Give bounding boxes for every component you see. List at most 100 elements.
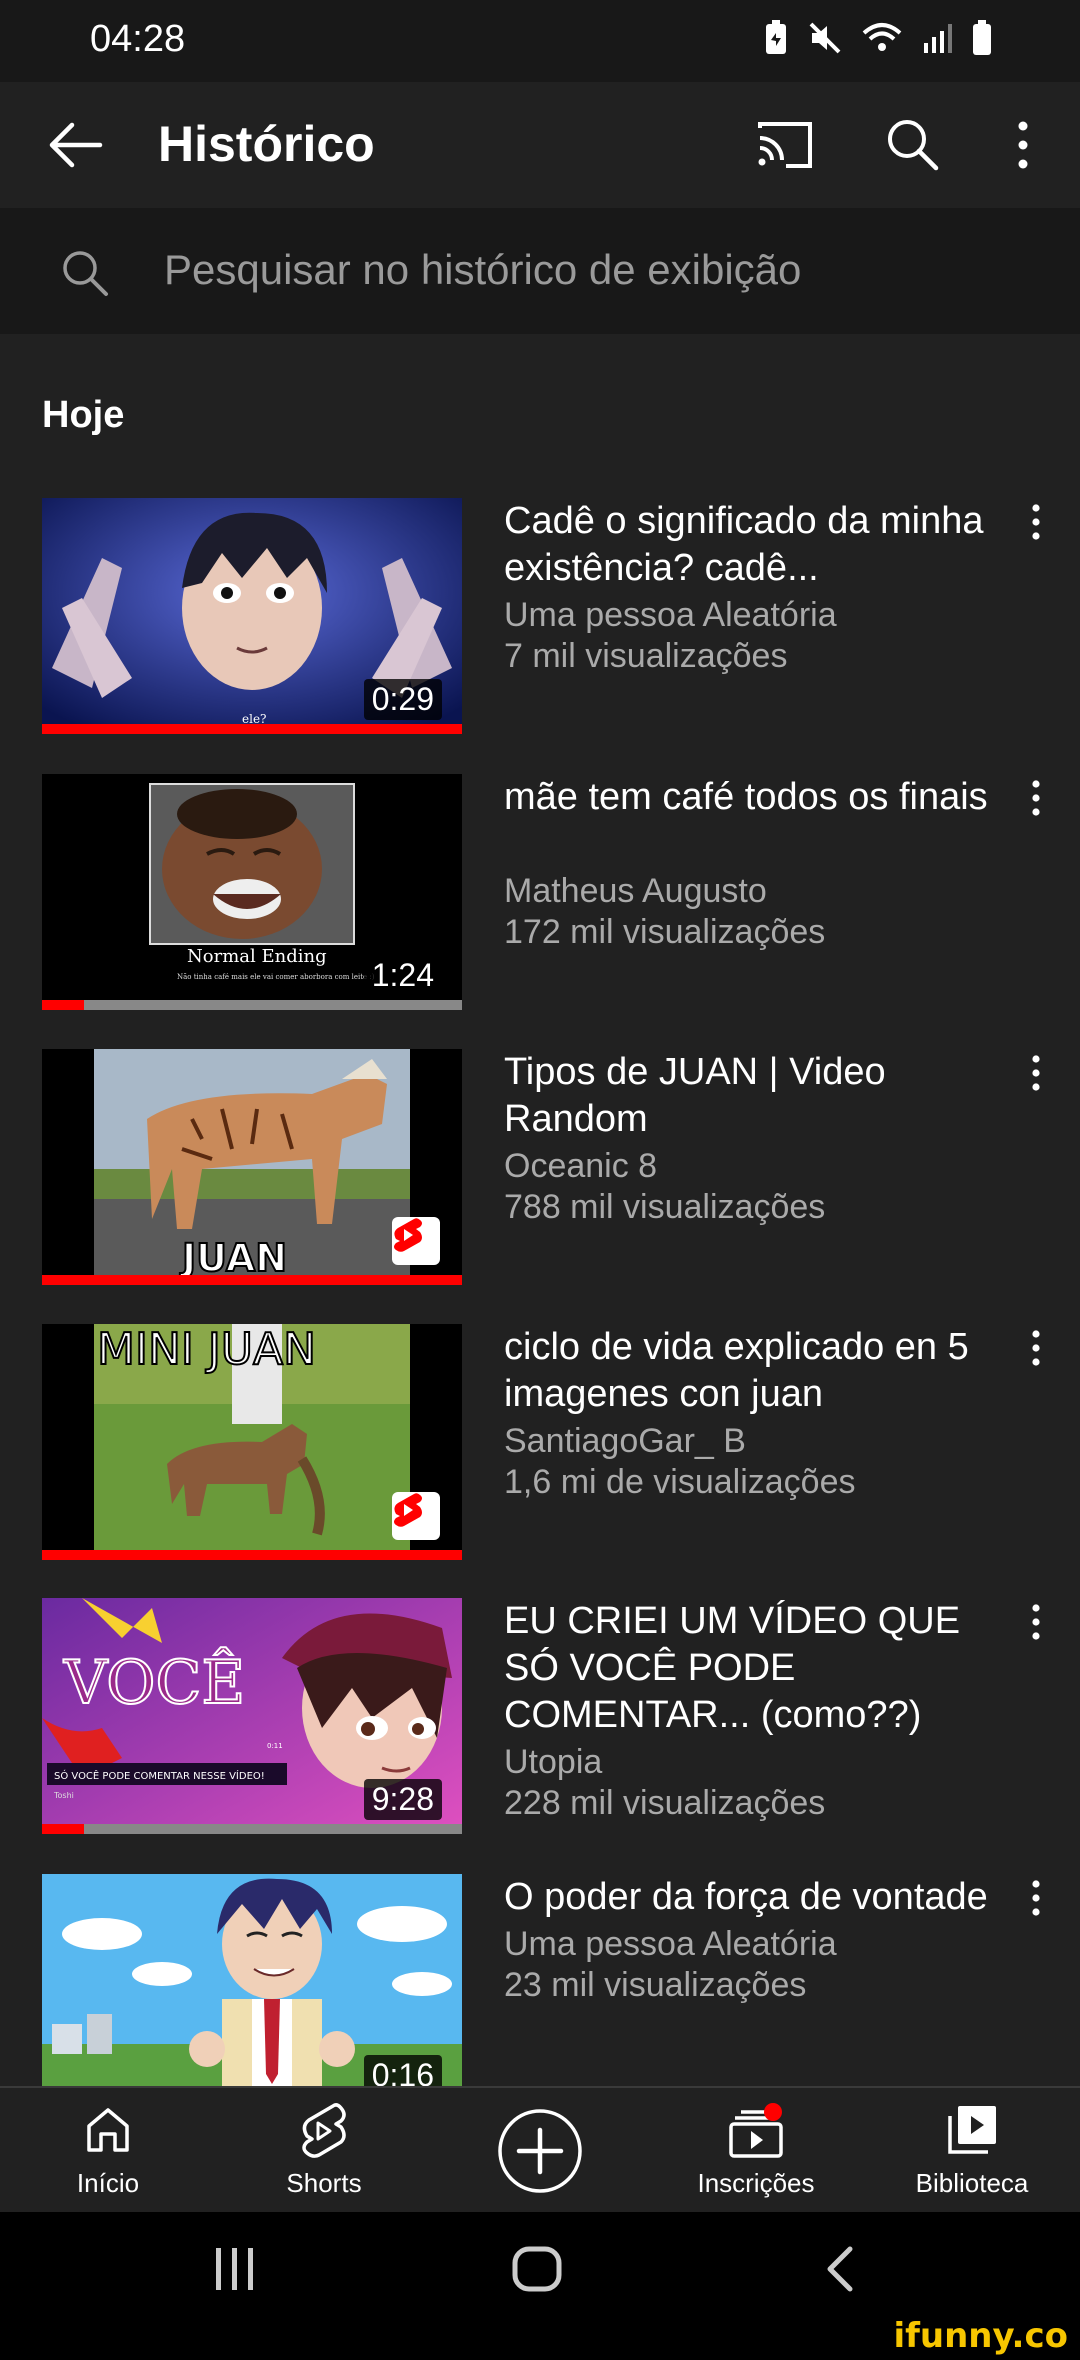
back-button-icon[interactable] <box>820 2244 860 2294</box>
status-bar: 04:28 <box>0 0 1080 82</box>
mute-icon <box>809 22 841 54</box>
video-more-button[interactable] <box>1016 1328 1056 1378</box>
video-channel: Oceanic 8 <box>504 1147 658 1185</box>
watch-progress-bar <box>42 1000 462 1010</box>
watch-progress-fill <box>42 1000 84 1010</box>
nav-library[interactable]: Biblioteca <box>864 2088 1080 2214</box>
back-button[interactable] <box>40 112 110 178</box>
video-duration: 9:28 <box>363 1779 442 1820</box>
create-icon <box>498 2109 582 2193</box>
video-views: 23 mil visualizações <box>504 1966 807 2004</box>
nav-shorts[interactable]: Shorts <box>216 2088 432 2214</box>
more-vertical-icon <box>1032 1330 1040 1366</box>
video-thumbnail[interactable]: ele? 0:29 <box>42 498 462 734</box>
video-title[interactable]: mãe tem café todos os finais <box>504 774 1014 821</box>
video-channel: Uma pessoa Aleatória <box>504 1925 837 1963</box>
watch-progress-bar <box>42 724 462 734</box>
video-thumbnail[interactable]: Normal Ending Não tinha café mais ele va… <box>42 774 462 1010</box>
battery-icon <box>973 20 991 55</box>
nav-label: Inscrições <box>697 2168 815 2198</box>
history-video-item[interactable]: ele? 0:29 Cadê o significado da minha ex… <box>0 498 1080 734</box>
search-button[interactable] <box>880 112 946 178</box>
shorts-icon <box>394 1218 422 1252</box>
history-video-item[interactable]: 0:16 O poder da força de vontade Uma pes… <box>0 1874 1080 2086</box>
more-vertical-icon <box>1018 121 1028 169</box>
history-search-input[interactable] <box>164 232 1044 308</box>
more-vertical-icon <box>1032 780 1040 816</box>
thumb-time: 0:11 <box>267 1742 283 1750</box>
system-navigation-bar <box>0 2212 1080 2324</box>
nav-home[interactable]: Início <box>0 2088 216 2214</box>
thumb-caption: VOCÊ <box>63 1647 245 1718</box>
video-thumbnail[interactable]: 0:16 <box>42 1874 462 2086</box>
shorts-icon <box>302 2103 346 2158</box>
history-search-bar <box>0 208 1080 334</box>
video-channel: SantiagoGar_ B <box>504 1422 746 1460</box>
nav-subscriptions[interactable]: Inscrições <box>648 2088 864 2214</box>
watch-progress-fill <box>42 1275 462 1285</box>
cast-button[interactable] <box>752 112 818 178</box>
wifi-icon <box>862 23 902 51</box>
video-views: 228 mil visualizações <box>504 1784 826 1822</box>
more-vertical-icon <box>1032 1055 1040 1091</box>
video-channel: Utopia <box>504 1743 603 1781</box>
video-duration: 1:24 <box>363 955 442 996</box>
video-more-button[interactable] <box>1016 1602 1056 1652</box>
video-more-button[interactable] <box>1016 502 1056 552</box>
status-icons <box>764 20 992 56</box>
history-video-item[interactable]: MINI JUAN ciclo de vida explicado en 5 i… <box>0 1324 1080 1560</box>
home-icon <box>87 2108 129 2152</box>
video-duration: 0:16 <box>363 2055 442 2086</box>
bottom-navigation: Início Shorts Inscrições Biblioteca <box>0 2086 1080 2212</box>
history-video-item[interactable]: VOCÊ SÓ VOCÊ PODE COMENTAR NESSE VÍDEO! … <box>0 1598 1080 1834</box>
watch-progress-fill <box>42 1550 462 1560</box>
watch-progress-fill <box>42 724 462 734</box>
battery-saver-icon <box>766 20 786 54</box>
more-vertical-icon <box>1032 1604 1040 1640</box>
recents-icon[interactable] <box>210 2246 260 2292</box>
subscriptions-icon <box>729 2103 783 2158</box>
shorts-icon <box>394 1493 422 1527</box>
nav-create[interactable] <box>432 2088 648 2214</box>
history-video-item[interactable]: JUAN Tipos de JUAN | Video Random Oceani… <box>0 1049 1080 1285</box>
video-more-button[interactable] <box>1016 1878 1056 1928</box>
back-arrow-icon <box>49 122 103 168</box>
video-title[interactable]: ciclo de vida explicado en 5 imagenes co… <box>504 1324 1014 1418</box>
shorts-badge <box>392 1217 440 1265</box>
more-vertical-icon <box>1032 1880 1040 1916</box>
video-views: 172 mil visualizações <box>504 913 826 951</box>
video-thumbnail[interactable]: JUAN <box>42 1049 462 1285</box>
home-button-icon[interactable] <box>510 2244 564 2294</box>
watch-progress-bar <box>42 1275 462 1285</box>
thumb-name: Toshi <box>53 1791 74 1800</box>
watermark: ifunny.co <box>893 2316 1068 2356</box>
thumb-subcaption: Não tinha café mais ele vai comer aborbo… <box>177 973 375 981</box>
search-icon <box>888 120 939 171</box>
library-icon <box>948 2106 996 2154</box>
thumb-subcaption: SÓ VOCÊ PODE COMENTAR NESSE VÍDEO! <box>54 1769 265 1782</box>
more-options-button[interactable] <box>1000 112 1046 178</box>
video-duration: 0:29 <box>363 679 442 720</box>
video-more-button[interactable] <box>1016 778 1056 828</box>
video-views: 7 mil visualizações <box>504 637 788 675</box>
history-list: Hoje ele? 0:29 Cadê o significado da min… <box>0 334 1080 2086</box>
video-thumbnail[interactable]: MINI JUAN <box>42 1324 462 1560</box>
watch-progress-bar <box>42 1824 462 1834</box>
video-title[interactable]: Cadê o significado da minha existência? … <box>504 498 1014 592</box>
signal-icon <box>924 24 952 53</box>
video-title[interactable]: Tipos de JUAN | Video Random <box>504 1049 1014 1143</box>
video-more-button[interactable] <box>1016 1053 1056 1103</box>
section-title-today: Hoje <box>42 394 125 436</box>
video-title[interactable]: O poder da força de vontade <box>504 1874 1014 1921</box>
status-time: 04:28 <box>90 18 186 60</box>
video-title[interactable]: EU CRIEI UM VÍDEO QUE SÓ VOCÊ PODE COMEN… <box>504 1598 1014 1739</box>
thumb-caption: JUAN <box>179 1236 287 1280</box>
video-views: 788 mil visualizações <box>504 1188 826 1226</box>
nav-label: Início <box>76 2168 140 2198</box>
nav-label: Biblioteca <box>915 2168 1029 2198</box>
watch-progress-fill <box>42 1824 84 1834</box>
thumb-caption: Normal Ending <box>187 946 327 967</box>
search-icon <box>63 251 108 296</box>
video-thumbnail[interactable]: VOCÊ SÓ VOCÊ PODE COMENTAR NESSE VÍDEO! … <box>42 1598 462 1834</box>
history-video-item[interactable]: Normal Ending Não tinha café mais ele va… <box>0 774 1080 1010</box>
